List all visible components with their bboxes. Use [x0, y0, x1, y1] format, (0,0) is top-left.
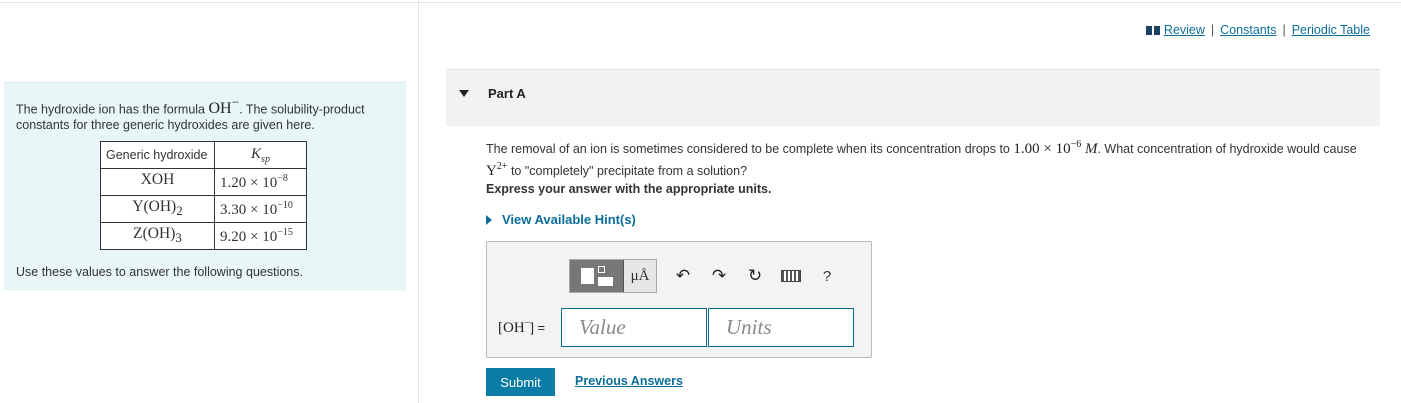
ksp-value-cell: 1.20 × 10−8 [214, 168, 307, 196]
math-toolbar: μÅ ↶ ↷ ↻ ? [569, 259, 845, 293]
concentration-exponent: −6 [1070, 139, 1082, 150]
ksp-mantissa: 9.20 × 10 [220, 228, 278, 245]
redo-icon[interactable]: ↷ [701, 259, 737, 293]
intro-text-before: The hydroxide ion has the formula [16, 102, 209, 117]
constants-link[interactable]: Constants [1220, 23, 1276, 37]
ksp-table: Generic hydroxide Ksp XOH 1.20 × 10−8 Y(… [100, 141, 307, 250]
compound-cell: Y(OH)2 [100, 195, 215, 223]
table-row: Y(OH)2 3.30 × 10−10 [100, 195, 307, 223]
cation-charge: 2+ [496, 161, 508, 172]
header-ksp: Ksp [214, 141, 307, 169]
hydroxide-formula: OH− [208, 95, 239, 118]
previous-answers-link[interactable]: Previous Answers [575, 374, 683, 388]
compound-subscript: 3 [175, 230, 182, 246]
ksp-exponent: −10 [277, 199, 293, 211]
part-header[interactable]: Part A [446, 69, 1380, 126]
outro-text: Use these values to answer the following… [16, 265, 303, 279]
units-button[interactable]: μÅ [624, 260, 656, 292]
value-input[interactable] [561, 308, 707, 347]
compound-cell: Z(OH)3 [100, 222, 215, 250]
submit-button[interactable]: Submit [486, 368, 555, 396]
table-row: Z(OH)3 9.20 × 10−15 [100, 222, 307, 250]
question-text-3: to "completely" precipitate from a solut… [507, 164, 748, 178]
compound-cell: XOH [100, 168, 215, 196]
compound-formula: XOH [140, 171, 175, 189]
keyboard-icon [781, 270, 801, 282]
hydroxide-formula-main: OH [208, 100, 232, 118]
answer-label-main: [OH [498, 320, 525, 336]
answer-label-end: ] = [530, 320, 546, 335]
units-input[interactable] [708, 308, 854, 347]
toolbar-template-group: μÅ [569, 259, 657, 293]
link-separator: | [1210, 23, 1215, 37]
resource-links: Review | Constants | Periodic Table [1145, 23, 1370, 37]
ksp-mantissa: 3.30 × 10 [220, 201, 278, 218]
answer-instruction: Express your answer with the appropriate… [486, 182, 772, 196]
cation-formula: Y2+ [486, 161, 508, 179]
question-text-1: The removal of an ion is sometimes consi… [486, 142, 1014, 156]
header-hydroxide: Generic hydroxide [100, 141, 215, 169]
hydroxide-charge: − [231, 95, 240, 110]
intro-text: The hydroxide ion has the formula OH−. T… [16, 95, 396, 133]
concentration-value: 1.00 × 10−6 M [1013, 139, 1098, 157]
ksp-symbol: K [251, 145, 262, 162]
concentration-unit: M [1084, 141, 1098, 157]
concentration-mantissa: 1.00 × 10 [1013, 141, 1071, 157]
ksp-mantissa: 1.20 × 10 [220, 174, 278, 191]
answer-box: μÅ ↶ ↷ ↻ ? [OH−] = [486, 241, 872, 358]
caret-right-icon [486, 214, 492, 225]
reset-icon[interactable]: ↻ [737, 259, 773, 293]
table-row: XOH 1.20 × 10−8 [100, 168, 307, 196]
hint-label: View Available Hint(s) [502, 212, 636, 227]
left-column: The hydroxide ion has the formula OH−. T… [0, 0, 419, 403]
caret-down-icon[interactable] [459, 90, 469, 97]
templates-button[interactable] [570, 260, 624, 292]
compound-formula: Z(OH) [133, 225, 176, 243]
question-text-2: . What concentration of hydroxide would … [1097, 142, 1357, 156]
templates-icon [580, 266, 613, 286]
ksp-value-cell: 3.30 × 10−10 [214, 195, 307, 223]
link-separator: | [1282, 23, 1286, 37]
cation-symbol: Y [486, 163, 497, 179]
answer-label: [OH−] = [498, 318, 545, 337]
ksp-value-cell: 9.20 × 10−15 [214, 222, 307, 250]
ksp-exponent: −15 [277, 226, 293, 238]
table-header-row: Generic hydroxide Ksp [100, 141, 307, 169]
compound-subscript: 2 [176, 203, 183, 219]
help-icon[interactable]: ? [809, 259, 845, 293]
undo-icon[interactable]: ↶ [665, 259, 701, 293]
keyboard-button[interactable] [773, 259, 809, 293]
review-link[interactable]: Review [1164, 23, 1205, 37]
view-hints-link[interactable]: View Available Hint(s) [486, 212, 636, 227]
part-title: Part A [488, 86, 526, 101]
intro-panel: The hydroxide ion has the formula OH−. T… [4, 82, 406, 291]
compound-formula: Y(OH) [132, 198, 177, 216]
book-icon [1145, 25, 1160, 35]
periodic-table-link[interactable]: Periodic Table [1292, 23, 1370, 37]
ksp-subscript: sp [261, 153, 270, 165]
question-text: The removal of an ion is sometimes consi… [486, 136, 1381, 180]
ksp-exponent: −8 [277, 172, 288, 184]
